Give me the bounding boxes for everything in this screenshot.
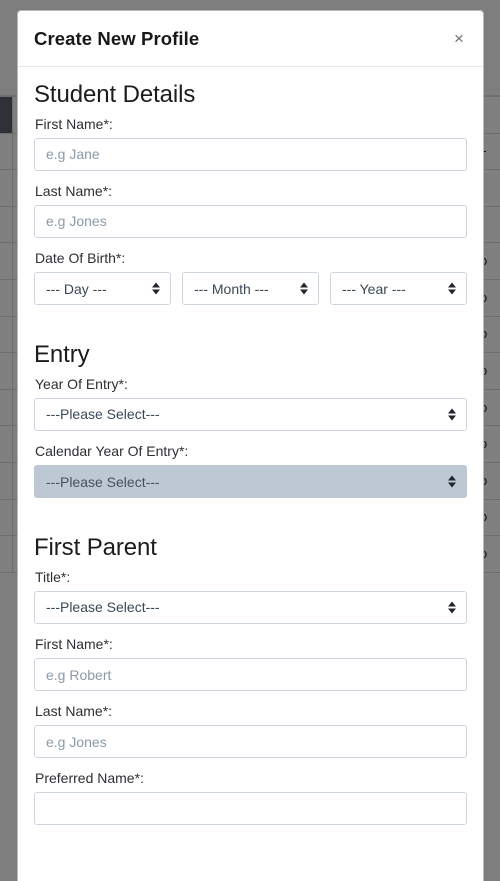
dob-month-wrapper: --- Month --- bbox=[182, 272, 319, 306]
field-student-last-name: Last Name*: bbox=[34, 182, 467, 238]
field-student-dob: Date Of Birth*: --- Day --- --- Month --- -… bbox=[34, 249, 467, 306]
field-parent-first-name: First Name*: bbox=[34, 635, 467, 692]
create-new-profile-modal: Create New Profile × Student Details Firs… bbox=[17, 10, 484, 881]
parent-first-name-input[interactable] bbox=[34, 658, 467, 692]
close-icon[interactable]: × bbox=[448, 28, 470, 50]
student-dob-group: --- Day --- --- Month --- --- Year --- bbox=[34, 272, 467, 306]
field-student-first-name: First Name*: bbox=[34, 115, 467, 171]
section-heading-student-details: Student Details bbox=[34, 81, 196, 108]
dob-day-wrapper: --- Day --- bbox=[34, 272, 171, 306]
dob-year-wrapper: --- Year --- bbox=[330, 272, 467, 306]
dob-day-select[interactable]: --- Day --- bbox=[34, 272, 171, 306]
student-first-name-label: First Name*: bbox=[35, 115, 113, 132]
parent-preferred-name-label: Preferred Name*: bbox=[35, 770, 144, 787]
parent-first-name-label: First Name*: bbox=[35, 635, 113, 652]
section-heading-entry: Entry bbox=[34, 341, 90, 369]
calendar-year-of-entry-label: Calendar Year Of Entry*: bbox=[35, 442, 189, 459]
field-parent-title: Title*: ---Please Select--- bbox=[34, 568, 467, 624]
field-parent-preferred-name: Preferred Name*: bbox=[34, 769, 467, 826]
field-calendar-year-of-entry: Calendar Year Of Entry*: ---Please Select… bbox=[34, 442, 467, 499]
parent-preferred-name-input[interactable] bbox=[34, 792, 467, 826]
parent-title-wrapper: ---Please Select--- bbox=[34, 590, 467, 624]
modal-body: Student Details First Name*: Last Name*: Da… bbox=[18, 67, 483, 856]
section-heading-first-parent: First Parent bbox=[34, 534, 157, 562]
student-last-name-input[interactable] bbox=[34, 204, 467, 238]
calendar-year-of-entry-wrapper: ---Please Select--- bbox=[34, 465, 467, 499]
parent-title-select[interactable]: ---Please Select--- bbox=[34, 590, 467, 624]
student-dob-label: Date Of Birth*: bbox=[35, 249, 126, 266]
parent-title-label: Title*: bbox=[35, 568, 71, 585]
modal-title: Create New Profile bbox=[34, 27, 200, 49]
student-last-name-label: Last Name*: bbox=[35, 182, 113, 199]
year-of-entry-wrapper: ---Please Select--- bbox=[34, 397, 467, 431]
field-year-of-entry: Year Of Entry*: ---Please Select--- bbox=[34, 375, 467, 431]
modal-header: Create New Profile × bbox=[18, 11, 483, 67]
year-of-entry-label: Year Of Entry*: bbox=[35, 375, 128, 392]
parent-last-name-label: Last Name*: bbox=[35, 703, 113, 720]
student-first-name-input[interactable] bbox=[34, 137, 467, 171]
dob-year-select[interactable]: --- Year --- bbox=[330, 272, 467, 306]
parent-last-name-input[interactable] bbox=[34, 725, 467, 759]
dob-month-select[interactable]: --- Month --- bbox=[182, 272, 319, 306]
calendar-year-of-entry-select[interactable]: ---Please Select--- bbox=[34, 465, 467, 499]
year-of-entry-select[interactable]: ---Please Select--- bbox=[34, 397, 467, 431]
field-parent-last-name: Last Name*: bbox=[34, 702, 467, 759]
